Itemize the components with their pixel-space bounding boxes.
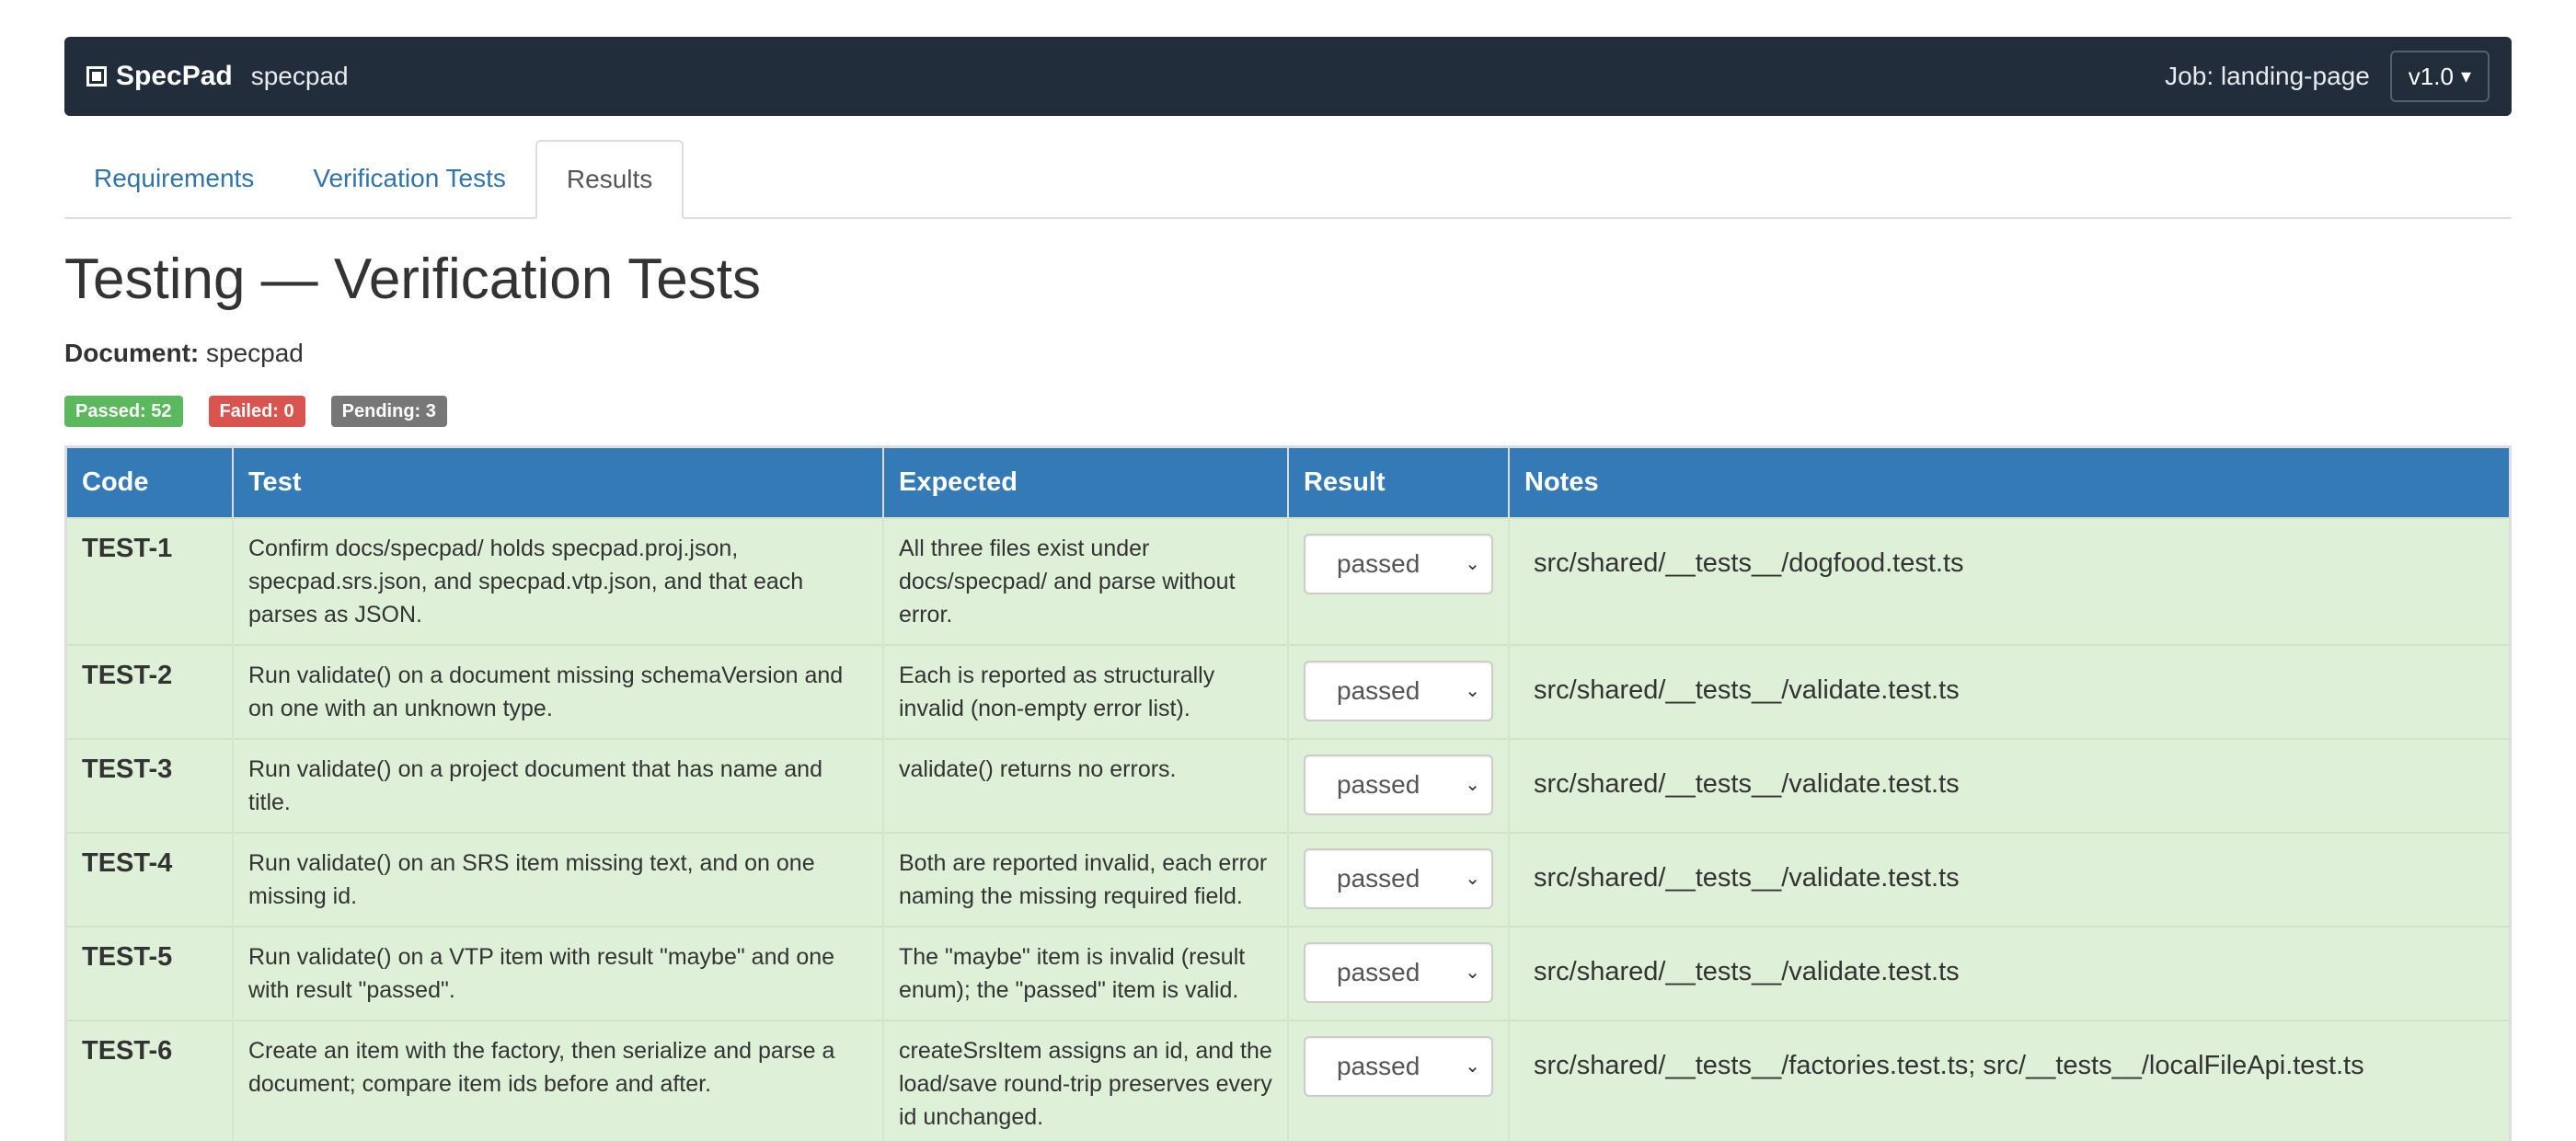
test-description: Confirm docs/specpad/ holds specpad.proj… [233,517,884,645]
tab-results[interactable]: Results [535,140,684,219]
chevron-down-icon: ⌄ [1465,554,1480,574]
version-dropdown-button[interactable]: v1.0 ▾ [2389,51,2490,102]
test-result-cell: passed ⌄ [1288,1020,1510,1141]
test-result-cell: passed ⌄ [1288,738,1510,833]
test-description: Create an item with the factory, then se… [233,1020,884,1141]
test-result-cell: passed ⌄ [1288,832,1510,927]
failed-count-badge: Failed: 0 [208,396,305,427]
top-navbar: SpecPad specpad Job: landing-page v1.0 ▾ [64,37,2512,116]
test-notes: src/shared/__tests__/factories.test.ts; … [1509,1020,2509,1141]
test-description: Run validate() on an SRS item missing te… [233,832,884,927]
passed-count-badge: Passed: 52 [64,396,183,427]
status-badges: Passed: 52 Failed: 0 Pending: 3 [64,396,473,427]
test-notes: src/shared/__tests__/validate.test.ts [1509,926,2509,1020]
version-label: v1.0 [2408,62,2454,90]
results-table: Code Test Expected Result Notes TEST-1 Co… [67,448,2509,1141]
brand-name: SpecPad [116,61,233,91]
column-header-notes: Notes [1509,448,2509,518]
test-code: TEST-6 [67,1020,234,1141]
test-description: Run validate() on a project document tha… [233,738,884,833]
column-header-code: Code [67,448,234,518]
page-title: Testing — Verification Tests [64,248,761,311]
document-value: specpad [206,339,304,367]
project-name: specpad [250,62,349,90]
test-description: Run validate() on a VTP item with result… [233,926,884,1020]
chevron-down-icon: ⌄ [1465,869,1480,889]
test-expected: Each is reported as structurally invalid… [883,644,1289,739]
table-header-row: Code Test Expected Result Notes [67,448,2509,518]
table-row: TEST-4 Run validate() on an SRS item miss… [67,832,2509,927]
test-code: TEST-2 [67,644,234,739]
tab-requirements[interactable]: Requirements [64,140,283,217]
tab-bar: Requirements Verification Tests Results [64,140,2512,219]
column-header-expected: Expected [883,448,1289,518]
result-select[interactable]: passed ⌄ [1304,848,1493,909]
document-line: Document: specpad [64,339,304,368]
result-select[interactable]: passed ⌄ [1304,1036,1493,1097]
chevron-down-icon: ⌄ [1465,681,1480,701]
test-expected: Both are reported invalid, each error na… [883,832,1289,927]
chevron-down-icon: ⌄ [1465,1056,1480,1077]
document-label: Document: [64,339,200,367]
chevron-down-icon: ⌄ [1465,775,1480,795]
test-notes: src/shared/__tests__/dogfood.test.ts [1509,517,2509,645]
result-select[interactable]: passed ⌄ [1304,661,1493,721]
job-label: Job: landing-page [2165,62,2370,90]
brand[interactable]: SpecPad [86,61,233,92]
result-select-value: passed [1337,958,1420,986]
result-select-value: passed [1337,770,1420,799]
table-row: TEST-3 Run validate() on a project docume… [67,738,2509,833]
chevron-down-icon: ⌄ [1465,962,1480,983]
test-expected: validate() returns no errors. [883,738,1289,833]
test-result-cell: passed ⌄ [1288,517,1510,645]
test-code: TEST-1 [67,517,234,645]
result-select-value: passed [1337,864,1420,893]
column-header-result: Result [1288,448,1510,518]
test-code: TEST-5 [67,926,234,1020]
caret-down-icon: ▾ [2460,64,2471,87]
test-expected: The "maybe" item is invalid (result enum… [883,926,1289,1020]
test-expected: All three files exist under docs/specpad… [883,517,1289,645]
result-select-value: passed [1337,1052,1420,1080]
result-select[interactable]: passed ⌄ [1304,534,1493,594]
test-notes: src/shared/__tests__/validate.test.ts [1509,832,2509,927]
test-description: Run validate() on a document missing sch… [233,644,884,739]
test-notes: src/shared/__tests__/validate.test.ts [1509,738,2509,833]
table-row: TEST-6 Create an item with the factory, t… [67,1020,2509,1141]
table-row: TEST-5 Run validate() on a VTP item with … [67,926,2509,1020]
app-logo-icon [86,66,107,86]
results-table-container: Code Test Expected Result Notes TEST-1 Co… [64,445,2512,1141]
result-select[interactable]: passed ⌄ [1304,755,1493,815]
table-row: TEST-1 Confirm docs/specpad/ holds specpa… [67,517,2509,645]
test-code: TEST-4 [67,832,234,927]
result-select-value: passed [1337,676,1420,705]
test-result-cell: passed ⌄ [1288,644,1510,739]
result-select-value: passed [1337,549,1420,578]
test-code: TEST-3 [67,738,234,833]
result-select[interactable]: passed ⌄ [1304,942,1493,1003]
column-header-test: Test [233,448,884,518]
test-notes: src/shared/__tests__/validate.test.ts [1509,644,2509,739]
test-expected: createSrsItem assigns an id, and the loa… [883,1020,1289,1141]
table-row: TEST-2 Run validate() on a document missi… [67,644,2509,739]
pending-count-badge: Pending: 3 [330,396,447,427]
test-result-cell: passed ⌄ [1288,926,1510,1020]
tab-verification-tests[interactable]: Verification Tests [283,140,535,217]
